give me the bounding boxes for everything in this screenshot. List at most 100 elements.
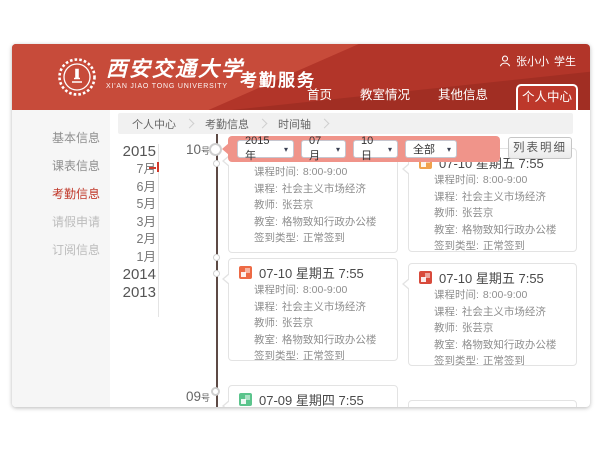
- field-value: 8:00-9:00: [303, 166, 347, 178]
- list-detail-button[interactable]: 列表明细: [508, 137, 572, 159]
- month-nav-item[interactable]: 5月: [110, 196, 156, 214]
- card-field: 教师:张芸京: [434, 207, 566, 219]
- nav-item-home[interactable]: 首页: [307, 84, 332, 110]
- card-body: 课程时间:8:00-9:00 课程:社会主义市场经济 教师:张芸京 教室:格物致…: [229, 166, 397, 257]
- card-body: 课程时间: 8:00-9:00 课程:社会主义市场经济 教师:张芸京 教室:格物致…: [409, 174, 576, 265]
- card-field: 教师:张芸京: [434, 322, 566, 334]
- month-nav-item-current[interactable]: 7月: [110, 161, 156, 179]
- user-menu[interactable]: 张小小 学生: [499, 53, 576, 69]
- field-label: 课程时间:: [434, 289, 479, 301]
- field-value: 正常签到: [303, 350, 345, 362]
- year-nav-item[interactable]: 2015: [110, 143, 156, 161]
- timeline-node-large: [209, 143, 222, 156]
- type-select[interactable]: 全部 ▾: [405, 140, 457, 158]
- field-label: 课程时间:: [254, 284, 299, 296]
- day-select[interactable]: 10日 ▾: [353, 140, 398, 158]
- card-header: 07-09 星期四 7:55: [229, 386, 397, 407]
- timeline-node: [213, 270, 220, 277]
- attendance-card[interactable]: 07-10 星期五 7:55 课程时间:8:00-9:00 课程:社会主义市场经…: [408, 148, 577, 252]
- breadcrumb-personal-center[interactable]: 个人中心: [132, 116, 176, 132]
- nav-tab-personal-center[interactable]: 个人中心: [516, 84, 578, 110]
- card-field: 课程时间: 8:00-9:00: [254, 284, 387, 296]
- field-value: 8:00-9:00: [303, 284, 347, 296]
- field-value: 张芸京: [282, 317, 314, 329]
- field-value: 8:00-9:00: [483, 289, 527, 301]
- card-field: 教室:格物致知行政办公楼: [434, 224, 566, 236]
- field-value: 8:00-9:00: [483, 174, 527, 186]
- month-nav-item[interactable]: 3月: [110, 214, 156, 232]
- chevron-down-icon: ▾: [336, 145, 340, 154]
- card-date: 07-09 星期四 7:55: [259, 390, 364, 407]
- field-label: 签到类型:: [434, 355, 479, 367]
- sidebar-item-attendance[interactable]: 考勤信息: [12, 180, 110, 208]
- month-select-value: 07月: [309, 135, 332, 163]
- timeline-node-medium: [211, 387, 220, 396]
- card-field: 课程: 社会主义市场经济: [254, 183, 387, 195]
- card-field: 教室:格物致知行政办公楼: [434, 339, 566, 351]
- sidebar-item-timetable[interactable]: 课表信息: [12, 152, 110, 180]
- attendance-card[interactable]: 07-10 星期五 7:55 课程时间: 8:00-9:00 课程: 社会主义市场经…: [408, 263, 577, 366]
- field-label: 教室:: [254, 334, 278, 346]
- year-select[interactable]: 2015年 ▾: [237, 140, 294, 158]
- card-field: 课程: 社会主义市场经济: [434, 306, 566, 318]
- day-number: 10: [186, 142, 201, 157]
- breadcrumb-attendance[interactable]: 考勤信息: [205, 116, 249, 132]
- person-icon: [499, 55, 511, 67]
- user-name: 张小小: [516, 53, 549, 69]
- attendance-card[interactable]: 07-10 星期五 7:55 课程时间:8:00-9:00 课程:社会主义市场经…: [228, 258, 398, 361]
- year-select-value: 2015年: [245, 135, 280, 163]
- field-value: 张芸京: [462, 207, 494, 219]
- field-label: 课程时间:: [254, 166, 299, 178]
- main-nav: 首页 教室情况 其他信息 个人中心: [307, 84, 578, 110]
- field-label: 课程:: [434, 191, 458, 203]
- card-body: 课程时间: 8:00-9:00 课程: 社会主义市场经济 教师:张芸京 教室:格物致…: [409, 289, 576, 380]
- day-suffix: 号: [201, 393, 210, 403]
- day-number: 09: [186, 389, 201, 404]
- day-marker-09: 09号: [164, 388, 210, 406]
- timeline-node: [213, 254, 220, 261]
- field-value: 社会主义市场经济: [282, 183, 366, 195]
- calendar-icon: [239, 266, 252, 279]
- card-field: 课程:社会主义市场经济: [434, 191, 566, 203]
- sidebar-item-subscription[interactable]: 订阅信息: [12, 236, 110, 264]
- screenshot-canvas: 西安交通大学 XI'AN JIAO TONG UNIVERSITY 考勤服务 张…: [0, 0, 600, 450]
- month-nav-item[interactable]: 6月: [110, 179, 156, 197]
- date-filter-bar: 2015年 ▾ 07月 ▾ 10日 ▾ 全部 ▾: [228, 136, 500, 162]
- card-field: 教室:格物致知行政办公楼: [254, 334, 387, 346]
- university-seal-icon: [56, 56, 98, 98]
- attendance-card-partial[interactable]: [408, 400, 577, 407]
- card-header: 07-10 星期五 7:55: [229, 259, 397, 284]
- month-select[interactable]: 07月 ▾: [301, 140, 346, 158]
- year-nav-item[interactable]: 2013: [110, 284, 156, 302]
- month-nav-item[interactable]: 1月: [110, 249, 156, 267]
- field-label: 教室:: [254, 216, 278, 228]
- chevron-down-icon: ▾: [447, 145, 451, 154]
- field-value: 正常签到: [303, 232, 345, 244]
- day-marker-10: 10号: [164, 141, 210, 159]
- field-label: 教室:: [434, 339, 458, 351]
- year-nav-item[interactable]: 2014: [110, 266, 156, 284]
- field-label: 教师:: [254, 199, 278, 211]
- attendance-card[interactable]: 07-09 星期四 7:55 课程时间:8:00-9:00 课程:社会主义市场经…: [228, 385, 398, 407]
- card-field: 签到类型:正常签到: [254, 350, 387, 362]
- nav-item-classrooms[interactable]: 教室情况: [360, 84, 410, 110]
- sidebar-item-basic-info[interactable]: 基本信息: [12, 124, 110, 152]
- month-nav-item[interactable]: 2月: [110, 231, 156, 249]
- field-label: 课程时间:: [434, 174, 479, 186]
- breadcrumb: 个人中心 考勤信息 时间轴: [118, 113, 573, 134]
- card-header: 07-10 星期五 7:55: [409, 264, 576, 289]
- calendar-icon: [419, 271, 432, 284]
- card-date: 07-10 星期五 7:55: [259, 263, 364, 282]
- field-value: 社会主义市场经济: [462, 306, 546, 318]
- sidebar-item-leave-request[interactable]: 请假申请: [12, 208, 110, 236]
- nav-item-other-info[interactable]: 其他信息: [438, 84, 488, 110]
- field-label: 课程:: [434, 306, 458, 318]
- card-field: 签到类型:正常签到: [254, 232, 387, 244]
- field-value: 社会主义市场经济: [282, 301, 366, 313]
- calendar-icon: [239, 393, 252, 406]
- breadcrumb-timeline[interactable]: 时间轴: [278, 116, 311, 132]
- timeline-node: [213, 160, 220, 167]
- university-name: 西安交通大学 XI'AN JIAO TONG UNIVERSITY: [106, 57, 244, 90]
- field-value: 正常签到: [483, 355, 525, 367]
- field-label: 课程:: [254, 183, 278, 195]
